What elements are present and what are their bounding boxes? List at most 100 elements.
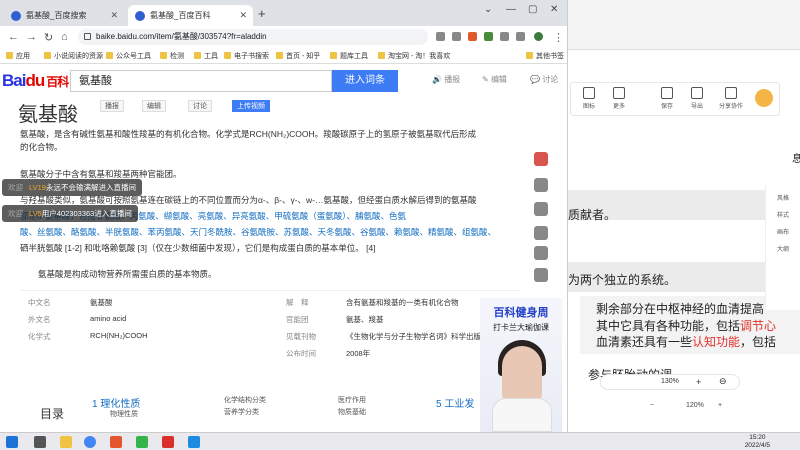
toc-item[interactable]: 5 工业发 — [436, 395, 474, 410]
discuss-button[interactable]: 讨论 — [188, 100, 212, 112]
zoom-out-icon[interactable]: ⊖ — [719, 376, 727, 387]
home-icon[interactable]: ⌂ — [61, 31, 68, 43]
avatar[interactable] — [755, 89, 773, 107]
background-app-toolbar: 图标 更多 保存 导出 分享协作 — [570, 82, 780, 116]
taskbar: 15:20 2022/4/5 — [0, 432, 800, 450]
tab-baidu-search[interactable]: 氨基酸_百度搜索 ✕ — [4, 5, 124, 26]
zoom-in-icon[interactable]: + — [696, 377, 701, 387]
discuss-action[interactable]: 💬 讨论 — [530, 74, 558, 85]
start-icon[interactable] — [6, 436, 18, 448]
zoom-minus-icon[interactable]: − — [650, 402, 654, 409]
forward-icon[interactable]: → — [26, 31, 37, 43]
info-value: 2008年 — [346, 349, 371, 358]
promo-subtitle: 打卡兰大瑜伽课 — [493, 323, 549, 332]
tab-baidu-baike[interactable]: 氨基酸_百度百科 ✕ — [128, 5, 253, 26]
back-icon[interactable]: ← — [8, 31, 19, 43]
presenter-body — [492, 398, 552, 432]
zoom-level: 130% — [661, 378, 679, 385]
search-input[interactable]: 氨基酸 — [70, 70, 332, 92]
profile-avatar[interactable] — [534, 32, 543, 41]
task-view-icon[interactable] — [34, 436, 46, 448]
save-button[interactable]: 保存 — [653, 87, 681, 110]
url-bar[interactable]: baike.baidu.com/item/氨基酸/303574?fr=aladd… — [78, 29, 428, 45]
star-icon[interactable] — [452, 32, 461, 41]
toc-subitem[interactable]: 物理性质 — [110, 409, 138, 419]
enter-entry-button[interactable]: 进入词条 — [332, 70, 398, 92]
info-key: 见载刊物 — [286, 332, 316, 341]
wechat-icon[interactable] — [136, 436, 148, 448]
para-line[interactable]: 酸、丝氨酸、酪氨酸、半胱氨酸、苯丙氨酸、天门冬酰胺、谷氨酰胺、苏氨酸、天冬氨酸、… — [20, 226, 496, 239]
table-of-contents: 目录 1 理化性质 物理性质 化学结构分类 营养学分类 医疗作用 物质基础 5 … — [0, 393, 480, 432]
close-tab-icon[interactable]: ✕ — [239, 5, 247, 26]
share-button[interactable]: 分享协作 — [713, 87, 749, 110]
minimize-icon[interactable]: — — [506, 4, 516, 15]
export-button[interactable]: 导出 — [683, 87, 711, 110]
page-title: 氨基酸 — [18, 104, 78, 126]
close-window-icon[interactable]: ✕ — [550, 4, 558, 15]
divider — [20, 290, 520, 291]
upload-video-button[interactable]: 上传视频 — [232, 100, 270, 112]
image-icon — [583, 87, 595, 99]
zoom-plus-icon[interactable]: + — [718, 402, 722, 409]
edit-button[interactable]: 编辑 — [142, 100, 166, 112]
toc-item[interactable]: 物质基础 — [338, 407, 366, 417]
info-value: 氨基酸 — [90, 298, 113, 307]
icon-button[interactable]: 图标 — [575, 87, 603, 110]
toc-item[interactable]: 营养学分类 — [224, 407, 259, 417]
system-clock[interactable]: 15:20 2022/4/5 — [745, 434, 770, 450]
toc-item[interactable]: 化学结构分类 — [224, 395, 266, 405]
bookmark-item[interactable]: 应用 — [6, 51, 30, 61]
bookmarks-bar: 应用 小说阅读的资源 公众号工具 检测 工具 电子书搜索 首页 - 知乎 题库工… — [0, 48, 567, 64]
star-icon[interactable] — [534, 178, 548, 192]
chrome-icon[interactable] — [84, 436, 96, 448]
bookmark-item[interactable]: 工具 — [194, 51, 218, 61]
presenter-portrait — [502, 346, 542, 402]
node-text: 其中它具有各种功能，包括调节心 — [596, 319, 777, 333]
app-icon[interactable] — [188, 436, 200, 448]
new-tab-icon[interactable]: + — [258, 6, 266, 21]
bookmark-item[interactable]: 题库工具 — [330, 51, 368, 61]
side-outline[interactable]: 大纲 — [766, 244, 800, 253]
qq-icon[interactable] — [534, 246, 548, 260]
bookmark-item[interactable]: 首页 - 知乎 — [276, 51, 320, 61]
extension-icon[interactable] — [468, 32, 477, 41]
broadcast-action[interactable]: 🔊 播报 — [432, 74, 460, 85]
broadcast-button[interactable]: 播报 — [100, 100, 124, 112]
fitness-week-promo[interactable]: 百科健身周 打卡兰大瑜伽课 — [480, 298, 562, 432]
side-canvas[interactable]: 画布 — [766, 227, 800, 236]
bookmark-item[interactable]: 检测 — [160, 51, 184, 61]
address-row: ← → ↻ ⌂ baike.baidu.com/item/氨基酸/303574?… — [0, 26, 567, 48]
toc-item[interactable]: 1 理化性质 — [92, 395, 140, 410]
intro-line: 的化合物。 — [20, 142, 63, 152]
bookmark-item[interactable]: 电子书搜索 — [224, 51, 269, 61]
bookmark-item[interactable]: 小说阅读的资源 — [44, 51, 103, 61]
share-icon[interactable] — [436, 32, 445, 41]
bookmark-item[interactable]: 淘宝网 - 淘！我喜欢 — [378, 51, 450, 61]
extension-icon[interactable] — [484, 32, 493, 41]
bookmark-item-other[interactable]: 其他书签 — [526, 51, 564, 61]
maximize-icon[interactable]: ▢ — [528, 4, 537, 15]
more-button[interactable]: 更多 — [605, 87, 633, 110]
close-tab-icon[interactable]: ✕ — [110, 5, 118, 26]
side-format[interactable]: 样式 — [766, 210, 800, 219]
baidu-baike-logo[interactable]: Baidu 百科 — [2, 71, 69, 91]
info-key: 官能团 — [286, 315, 309, 324]
edit-action[interactable]: ✎ 编辑 — [482, 74, 507, 85]
reload-icon[interactable]: ↻ — [44, 31, 53, 44]
save-icon — [661, 87, 673, 99]
app-icon[interactable] — [162, 436, 174, 448]
toc-item[interactable]: 医疗作用 — [338, 395, 366, 405]
file-explorer-icon[interactable] — [60, 436, 72, 448]
side-style[interactable]: 风格 — [766, 193, 800, 202]
live-welcome-overlay: 欢迎 LV19永远不会输满解进入直播间 — [2, 179, 142, 196]
weibo-icon[interactable] — [534, 202, 548, 216]
sidebar-icon[interactable] — [516, 32, 525, 41]
menu-dots-icon[interactable]: ⋮ — [553, 31, 564, 44]
extensions-puzzle-icon[interactable] — [500, 32, 509, 41]
mobile-icon[interactable] — [534, 268, 548, 282]
tab-search-icon[interactable]: ⌄ — [484, 4, 492, 15]
app-icon[interactable] — [110, 436, 122, 448]
bookmark-item[interactable]: 公众号工具 — [106, 51, 151, 61]
gift-icon[interactable] — [534, 152, 548, 166]
wechat-icon[interactable] — [534, 226, 548, 240]
